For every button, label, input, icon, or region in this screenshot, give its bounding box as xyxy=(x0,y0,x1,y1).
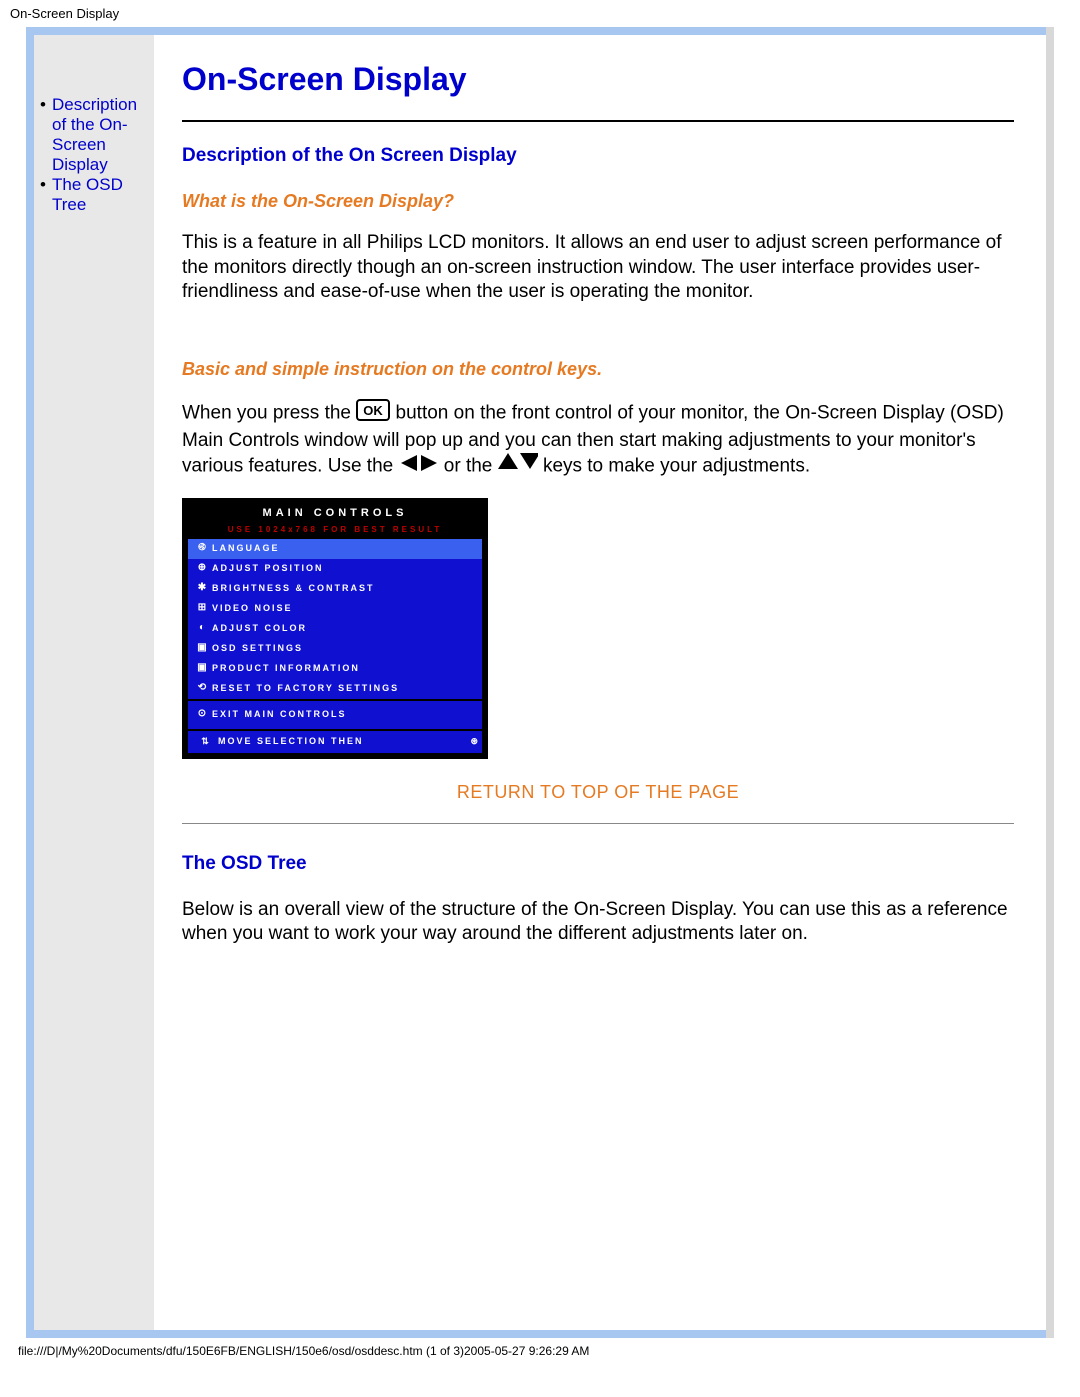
sidebar-item-description[interactable]: • Description of the On-Screen Display xyxy=(40,95,148,175)
osd-row-icon: ✱ xyxy=(192,582,212,595)
osd-footer-icon: ⇅ xyxy=(192,736,218,748)
osd-row-label: OSD SETTINGS xyxy=(212,643,303,655)
content-spacer xyxy=(182,965,1014,1145)
osd-row-label: RESET TO FACTORY SETTINGS xyxy=(212,683,399,695)
sidebar-link-osd-tree[interactable]: The OSD Tree xyxy=(52,175,148,215)
text-fragment: or the xyxy=(444,456,498,477)
up-down-arrows-icon xyxy=(498,453,538,480)
osd-footer: ⇅ MOVE SELECTION THEN ⊛ xyxy=(188,731,482,753)
return-to-top[interactable]: RETURN TO TOP OF THE PAGE xyxy=(182,781,1014,805)
osd-row-osd-settings: ▣ OSD SETTINGS xyxy=(188,639,482,659)
text-fragment: When you press the xyxy=(182,403,356,424)
osd-row-label: PRODUCT INFORMATION xyxy=(212,663,360,675)
osd-row-language: ࿋ LANGUAGE xyxy=(188,539,482,559)
osd-row-label: ADJUST COLOR xyxy=(212,623,307,635)
osd-panel-hint: USE 1024x768 FOR BEST RESULT xyxy=(188,524,482,536)
osd-row-adjust-position: ⊕ ADJUST POSITION xyxy=(188,559,482,579)
bullet-icon: • xyxy=(40,175,52,215)
paragraph-osd-tree: Below is an overall view of the structur… xyxy=(182,898,1014,947)
svg-text:OK: OK xyxy=(364,403,384,418)
text-fragment: keys to make your adjustments. xyxy=(543,456,810,477)
sidebar-link-description[interactable]: Description of the On-Screen Display xyxy=(52,95,148,175)
section-heading-description: Description of the On Screen Display xyxy=(182,144,1014,168)
osd-footer-label: MOVE SELECTION THEN xyxy=(218,736,364,748)
osd-menu-list: ࿋ LANGUAGE ⊕ ADJUST POSITION ✱ BRIGHTNES… xyxy=(188,539,482,699)
divider xyxy=(182,120,1014,122)
sidebar-nav: • Description of the On-Screen Display •… xyxy=(34,35,154,1330)
osd-row-icon: ࿋ xyxy=(192,542,212,555)
subheading-basic-instruction: Basic and simple instruction on the cont… xyxy=(182,358,1014,381)
bullet-icon: • xyxy=(40,95,52,175)
osd-row-icon: ⊞ xyxy=(192,602,212,615)
osd-row-label: EXIT MAIN CONTROLS xyxy=(212,709,347,721)
sidebar-item-osd-tree[interactable]: • The OSD Tree xyxy=(40,175,148,215)
page-frame: • Description of the On-Screen Display •… xyxy=(26,27,1054,1338)
osd-row-icon: ⟲ xyxy=(192,682,212,695)
osd-row-icon: ◐ xyxy=(192,622,212,635)
page-title: On-Screen Display xyxy=(182,59,1014,100)
osd-row-icon: ▣ xyxy=(192,642,212,655)
section-heading-osd-tree: The OSD Tree xyxy=(182,852,1014,876)
osd-footer-end-icon: ⊛ xyxy=(470,736,478,748)
osd-row-label: VIDEO NOISE xyxy=(212,603,293,615)
page: • Description of the On-Screen Display •… xyxy=(34,35,1046,1330)
paragraph-osd-description: This is a feature in all Philips LCD mon… xyxy=(182,231,1014,304)
divider xyxy=(182,823,1014,824)
browser-tab-title: On-Screen Display xyxy=(0,0,1080,27)
osd-row-reset-factory: ⟲ RESET TO FACTORY SETTINGS xyxy=(188,679,482,699)
osd-row-icon: ⊕ xyxy=(192,562,212,575)
osd-row-label: BRIGHTNESS & CONTRAST xyxy=(212,583,375,595)
osd-row-brightness-contrast: ✱ BRIGHTNESS & CONTRAST xyxy=(188,579,482,599)
osd-row-adjust-color: ◐ ADJUST COLOR xyxy=(188,619,482,639)
ok-button-icon: OK xyxy=(356,399,390,428)
main-content: On-Screen Display Description of the On … xyxy=(154,35,1046,1330)
footer-file-path: file:///D|/My%20Documents/dfu/150E6FB/EN… xyxy=(0,1338,1080,1360)
left-right-arrows-icon xyxy=(399,453,439,480)
osd-row-exit: ⊙ EXIT MAIN CONTROLS xyxy=(188,701,482,729)
frame-shadow xyxy=(1046,27,1054,1338)
osd-exit-block: ⊙ EXIT MAIN CONTROLS xyxy=(188,701,482,729)
paragraph-control-keys: When you press the OK button on the fron… xyxy=(182,399,1014,480)
osd-row-label: LANGUAGE xyxy=(212,543,280,555)
subheading-what-is-osd: What is the On-Screen Display? xyxy=(182,190,1014,213)
osd-row-product-information: ▣ PRODUCT INFORMATION xyxy=(188,659,482,679)
osd-row-icon: ⊙ xyxy=(192,708,212,721)
osd-main-controls-panel: MAIN CONTROLS USE 1024x768 FOR BEST RESU… xyxy=(182,498,488,758)
return-to-top-link[interactable]: RETURN TO TOP OF THE PAGE xyxy=(457,782,739,802)
osd-row-label: ADJUST POSITION xyxy=(212,563,324,575)
osd-row-icon: ▣ xyxy=(192,662,212,675)
osd-row-video-noise: ⊞ VIDEO NOISE xyxy=(188,599,482,619)
osd-panel-title: MAIN CONTROLS xyxy=(188,504,482,524)
